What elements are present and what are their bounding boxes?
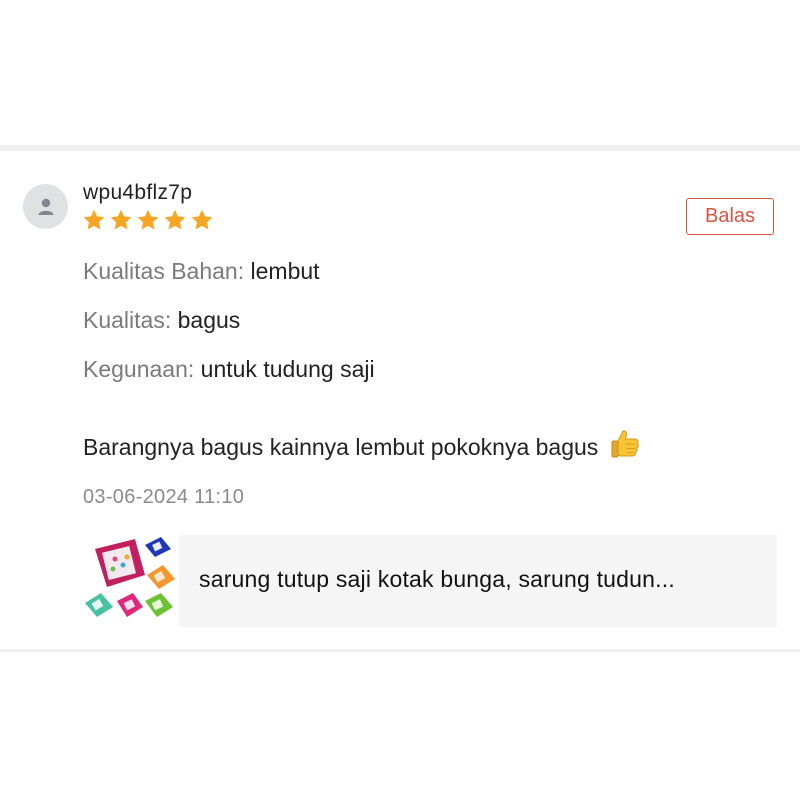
product-card[interactable]: sarung tutup saji kotak bunga, sarung tu… <box>83 535 777 627</box>
product-name: sarung tutup saji kotak bunga, sarung tu… <box>199 566 675 592</box>
thumbs-up-icon <box>608 427 642 467</box>
reply-button[interactable]: Balas <box>686 198 774 235</box>
attribute-label: Kegunaan: <box>83 356 195 382</box>
star-icon <box>190 208 214 236</box>
attribute-value: untuk tudung saji <box>200 356 375 382</box>
review-page: wpu4bflz7p Balas Kualitas Bahan: lembut … <box>0 0 800 800</box>
attribute-value: bagus <box>177 307 241 333</box>
attribute-label: Kualitas Bahan: <box>83 258 245 284</box>
product-thumbnail[interactable] <box>83 535 179 627</box>
star-icon <box>163 208 187 236</box>
star-icon <box>109 208 133 236</box>
attribute-value: lembut <box>250 258 320 284</box>
review-timestamp: 03-06-2024 11:10 <box>83 486 245 508</box>
review-body: Barangnya bagus kainnya lembut pokoknya … <box>83 427 642 467</box>
top-divider <box>0 145 800 151</box>
star-icon <box>136 208 160 236</box>
review-text: Barangnya bagus kainnya lembut pokoknya … <box>83 433 599 460</box>
avatar[interactable] <box>23 184 68 229</box>
attribute-material-quality: Kualitas Bahan: lembut <box>83 258 320 285</box>
attribute-label: Kualitas: <box>83 307 172 333</box>
star-icon <box>82 208 106 236</box>
attribute-usage: Kegunaan: untuk tudung saji <box>83 356 375 383</box>
reviewer-username: wpu4bflz7p <box>83 181 193 204</box>
attribute-quality: Kualitas: bagus <box>83 307 240 334</box>
star-rating <box>82 208 214 236</box>
user-icon <box>38 198 53 215</box>
bottom-divider <box>0 649 800 652</box>
